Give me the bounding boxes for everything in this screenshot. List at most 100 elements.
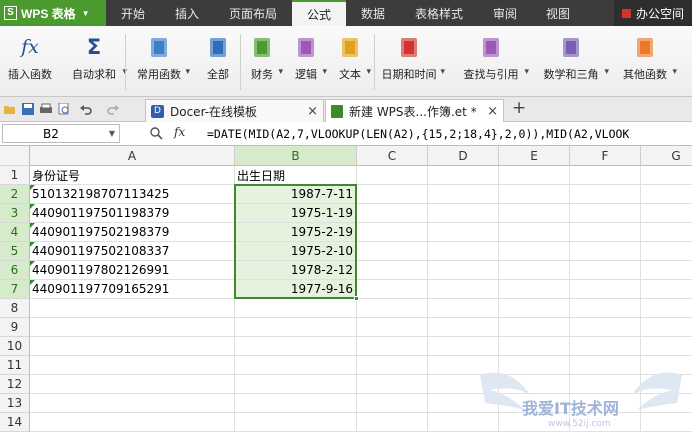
cell-b[interactable] (235, 337, 357, 356)
tab-menu-1[interactable]: 插入 (160, 0, 214, 26)
chevron-down-icon[interactable]: ▾ (440, 67, 445, 77)
row-header[interactable]: 13 (0, 394, 30, 413)
app-menu-button[interactable]: S WPS 表格 ▼ (0, 0, 106, 26)
cell-c[interactable] (357, 242, 428, 261)
cell-a[interactable] (30, 299, 235, 318)
open-folder-icon[interactable] (4, 103, 16, 115)
fill-handle[interactable] (354, 296, 359, 301)
cell-d[interactable] (428, 375, 499, 394)
cell-e[interactable] (499, 299, 570, 318)
cell-b[interactable]: 1975-2-19 (235, 223, 357, 242)
column-header-d[interactable]: D (428, 146, 499, 166)
cell-d[interactable] (428, 413, 499, 432)
undo-icon[interactable] (80, 103, 92, 115)
row-header[interactable]: 14 (0, 413, 30, 432)
row-header[interactable]: 12 (0, 375, 30, 394)
cell-e[interactable] (499, 280, 570, 299)
column-header-a[interactable]: A (30, 146, 235, 166)
cell-f[interactable] (570, 204, 641, 223)
print-icon[interactable] (40, 103, 52, 115)
cell-b[interactable] (235, 394, 357, 413)
cell-f[interactable] (570, 413, 641, 432)
cell-g[interactable] (641, 280, 692, 299)
cell-g[interactable] (641, 413, 692, 432)
cell-b[interactable]: 1975-1-19 (235, 204, 357, 223)
cell-c[interactable] (357, 166, 428, 185)
cell-g[interactable] (641, 204, 692, 223)
tab-menu-0[interactable]: 开始 (106, 0, 160, 26)
cell-b[interactable]: 1975-2-10 (235, 242, 357, 261)
tab-docer-templates[interactable]: D Docer-在线模板 × (145, 99, 324, 122)
cell-f[interactable] (570, 356, 641, 375)
cell-a[interactable]: 440901197501198379 (30, 204, 235, 223)
cell-a[interactable]: 440901197502108337 (30, 242, 235, 261)
cell-e[interactable] (499, 204, 570, 223)
column-header-f[interactable]: F (570, 146, 641, 166)
cell-d[interactable] (428, 280, 499, 299)
chevron-down-icon[interactable]: ▾ (278, 67, 283, 77)
cell-g[interactable] (641, 299, 692, 318)
cell-a[interactable] (30, 318, 235, 337)
cell-e[interactable] (499, 166, 570, 185)
cell-a[interactable]: 510132198707113425 (30, 185, 235, 204)
ribbon-common-func-button[interactable]: 常用函数 ▾ (130, 26, 190, 97)
tab-menu-5[interactable]: 表格样式 (400, 0, 478, 26)
cell-f[interactable] (570, 375, 641, 394)
cell-d[interactable] (428, 394, 499, 413)
cell-c[interactable] (357, 223, 428, 242)
cell-c[interactable] (357, 413, 428, 432)
ribbon-fx-button[interactable]: fx 插入函数 (3, 26, 57, 97)
cell-a[interactable]: 440901197802126991 (30, 261, 235, 280)
cell-c[interactable] (357, 261, 428, 280)
chevron-down-icon[interactable]: ▾ (604, 67, 609, 77)
cell-e[interactable] (499, 318, 570, 337)
row-header[interactable]: 6 (0, 261, 30, 280)
row-header[interactable]: 7 (0, 280, 30, 299)
tab-menu-4[interactable]: 数据 (346, 0, 400, 26)
cell-b[interactable] (235, 299, 357, 318)
row-header[interactable]: 8 (0, 299, 30, 318)
row-header[interactable]: 9 (0, 318, 30, 337)
cell-g[interactable] (641, 166, 692, 185)
cell-a[interactable] (30, 394, 235, 413)
cell-e[interactable] (499, 375, 570, 394)
cell-f[interactable] (570, 261, 641, 280)
cell-f[interactable] (570, 280, 641, 299)
tab-menu-6[interactable]: 审阅 (478, 0, 532, 26)
row-header[interactable]: 3 (0, 204, 30, 223)
cell-g[interactable] (641, 185, 692, 204)
cell-c[interactable] (357, 375, 428, 394)
cell-c[interactable] (357, 356, 428, 375)
ribbon-datetime-button[interactable]: 日期和时间 ▾ (375, 26, 445, 97)
cell-e[interactable] (499, 356, 570, 375)
cell-c[interactable] (357, 280, 428, 299)
cell-c[interactable] (357, 185, 428, 204)
cell-f[interactable] (570, 394, 641, 413)
cell-a[interactable] (30, 337, 235, 356)
cell-a[interactable] (30, 356, 235, 375)
zoom-search-icon[interactable] (150, 127, 163, 140)
column-header-b[interactable]: B (235, 146, 357, 166)
cell-c[interactable] (357, 337, 428, 356)
cell-a[interactable] (30, 413, 235, 432)
office-space-button[interactable]: 办公空间 (613, 0, 692, 26)
cell-d[interactable] (428, 204, 499, 223)
cell-b[interactable]: 出生日期 (235, 166, 357, 185)
cell-f[interactable] (570, 185, 641, 204)
name-box[interactable]: B2 ▼ (2, 124, 120, 143)
cell-e[interactable] (499, 185, 570, 204)
tab-new-workbook[interactable]: 新建 WPS表...作簿.et * × (325, 99, 504, 122)
cell-d[interactable] (428, 299, 499, 318)
cell-d[interactable] (428, 261, 499, 280)
cell-e[interactable] (499, 261, 570, 280)
ribbon-finance-button[interactable]: 财务 ▾ (243, 26, 283, 97)
row-header[interactable]: 4 (0, 223, 30, 242)
cell-f[interactable] (570, 337, 641, 356)
cell-f[interactable] (570, 299, 641, 318)
ribbon-other-func-button[interactable]: 其他函数 ▾ (615, 26, 677, 97)
chevron-down-icon[interactable]: ▼ (109, 129, 115, 138)
cell-e[interactable] (499, 337, 570, 356)
print-preview-icon[interactable] (58, 103, 70, 115)
ribbon-logic-button[interactable]: 逻辑 ▾ (287, 26, 327, 97)
cell-f[interactable] (570, 318, 641, 337)
